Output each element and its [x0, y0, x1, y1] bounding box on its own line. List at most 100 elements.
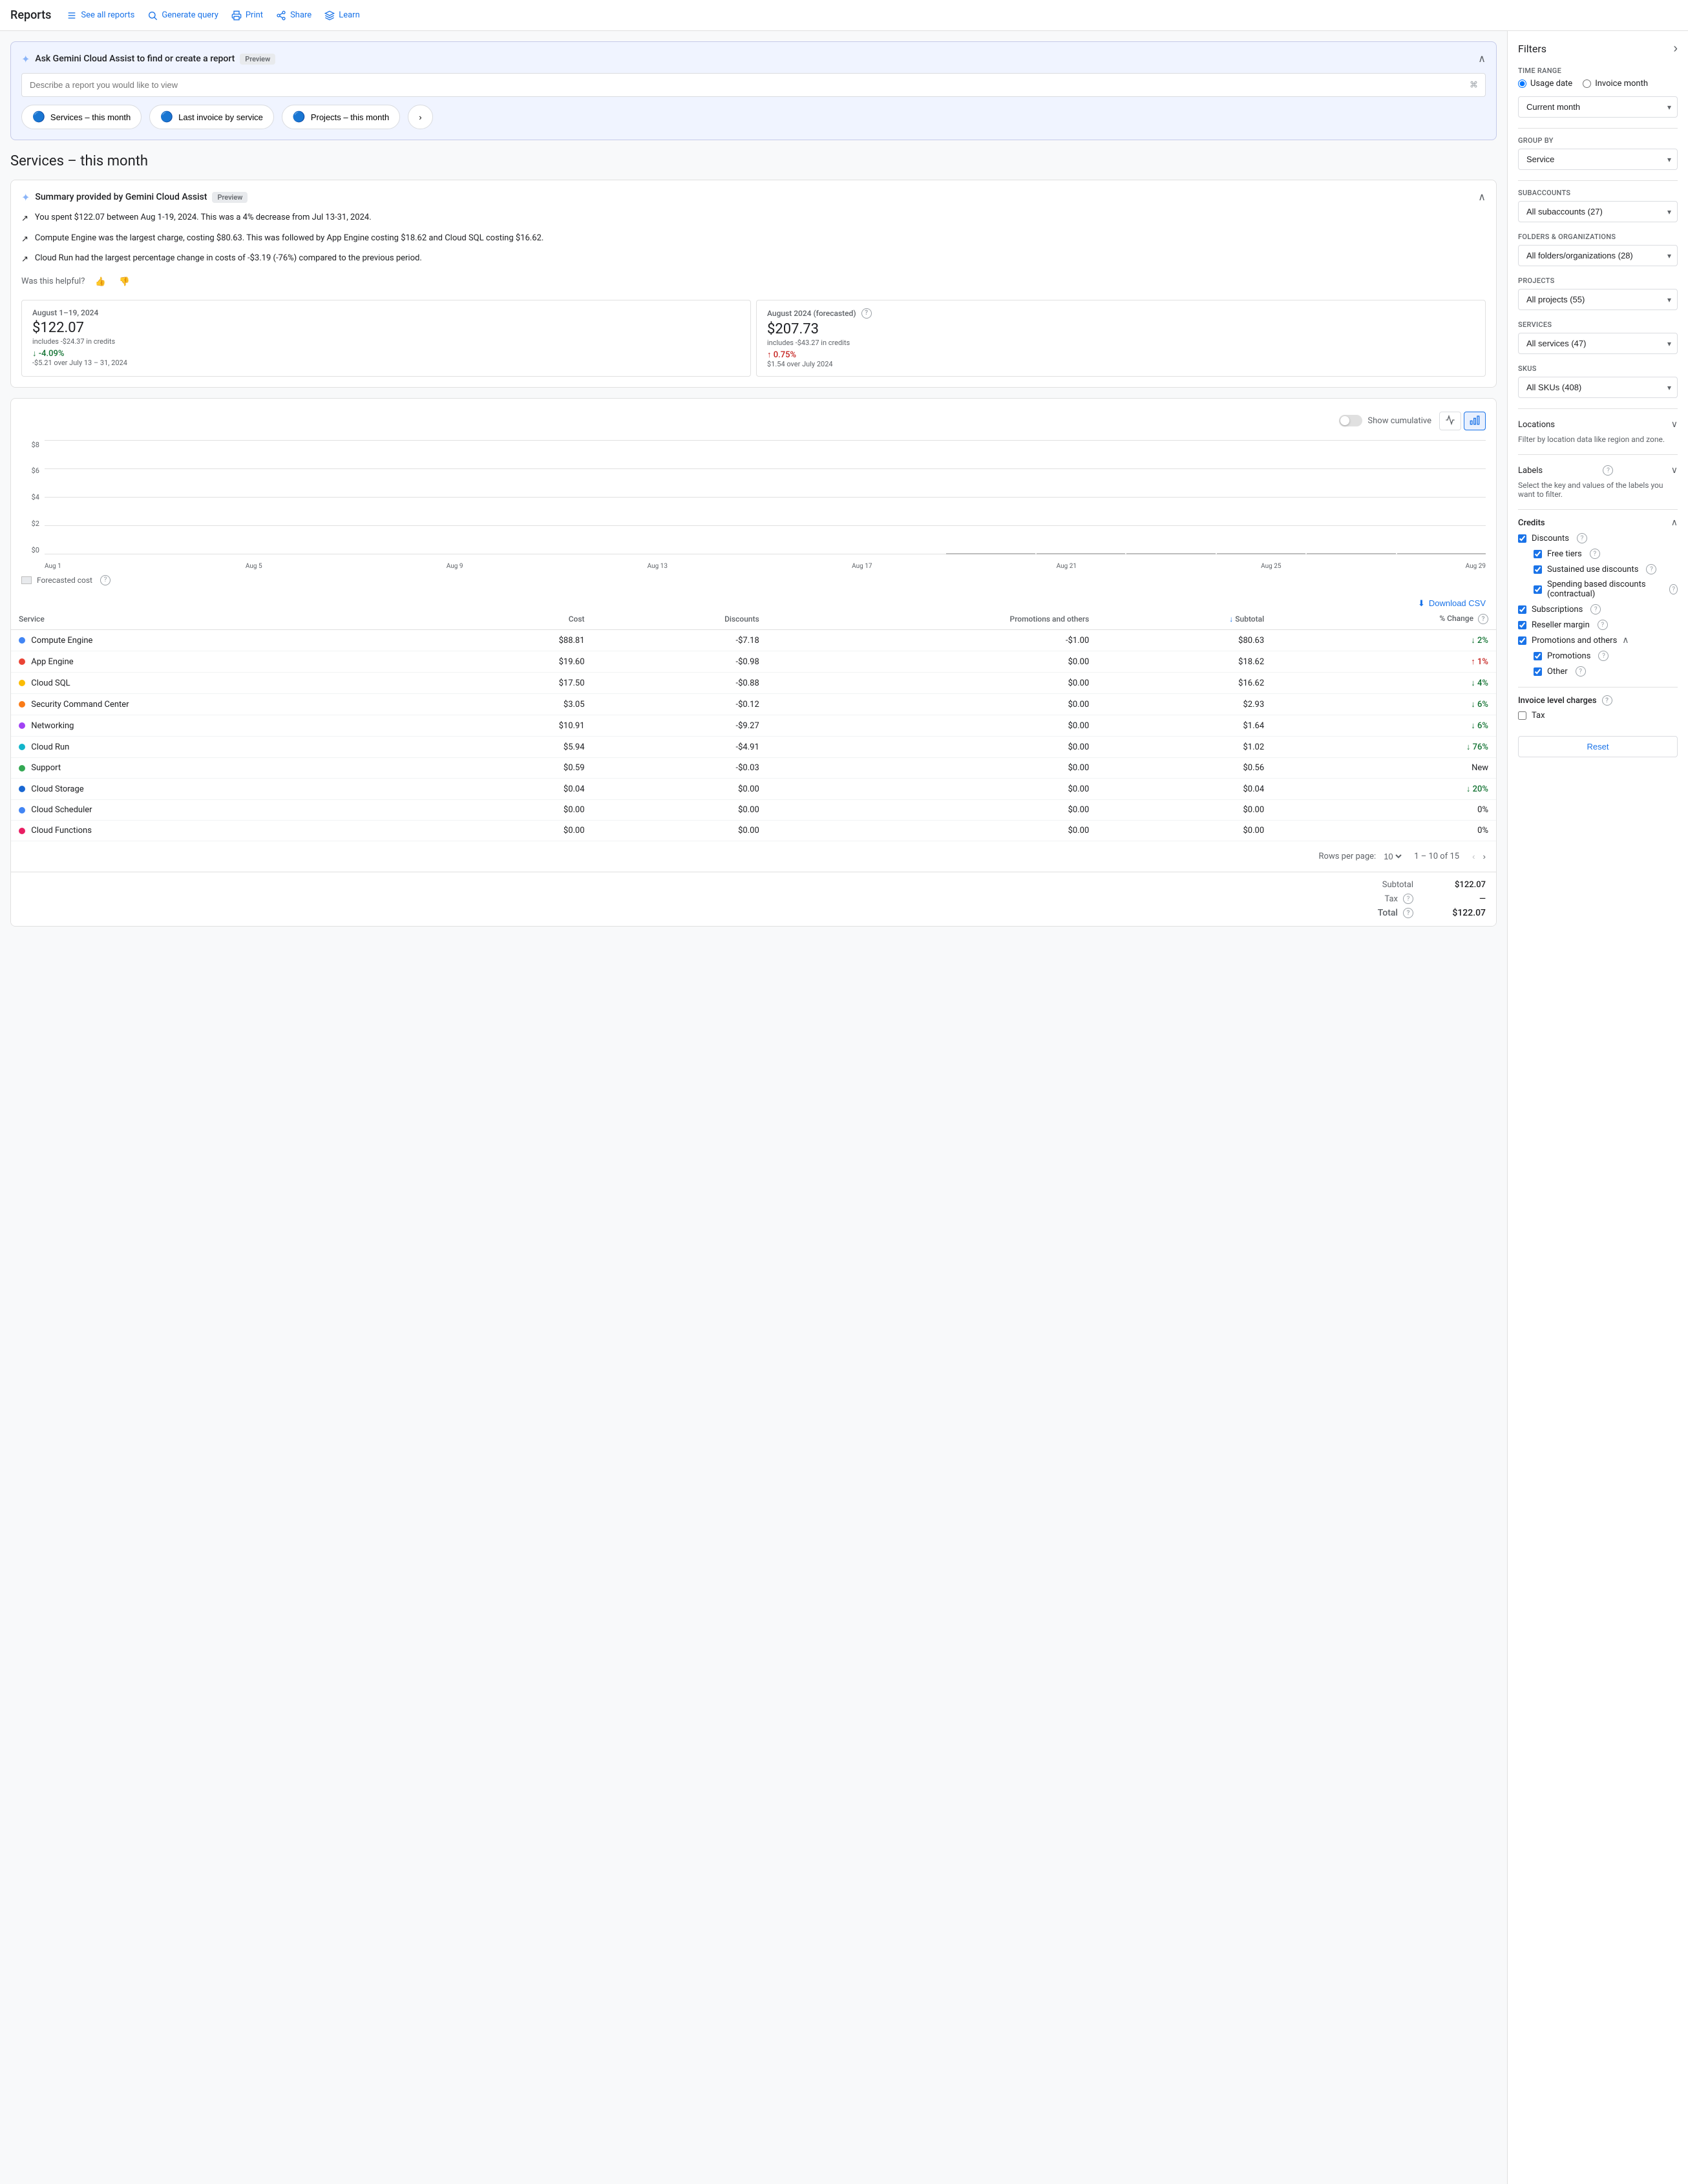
print-link[interactable]: Print	[231, 10, 263, 21]
discounts-input[interactable]	[1518, 534, 1526, 543]
free-tiers-checkbox[interactable]: Free tiers ?	[1534, 549, 1678, 559]
sustained-use-input[interactable]	[1534, 565, 1542, 574]
invoice-month-radio[interactable]: Invoice month	[1583, 79, 1648, 89]
generate-query-link[interactable]: Generate query	[147, 10, 218, 21]
forecast-help-icon[interactable]: ?	[861, 308, 872, 319]
labels-chevron-icon: ∨	[1671, 465, 1678, 476]
change-value: ↓ 20%	[1466, 784, 1488, 794]
chart-inner: Show cumulative	[11, 399, 1496, 598]
group-by-select[interactable]: Service	[1518, 149, 1678, 170]
divider-4	[1518, 454, 1678, 455]
prev-page-button[interactable]: ‹	[1470, 849, 1477, 864]
thumbs-down-button[interactable]: 👎	[116, 274, 132, 289]
promotions-checkbox[interactable]: Promotions ?	[1534, 651, 1678, 661]
promotions-others-input[interactable]	[1518, 636, 1526, 645]
labels-expandable[interactable]: Labels ? ∨	[1518, 463, 1678, 478]
learn-link[interactable]: Learn	[324, 10, 360, 21]
gemini-search-input[interactable]	[21, 73, 1486, 97]
subscriptions-checkbox[interactable]: Subscriptions ?	[1518, 604, 1678, 614]
discounts-help-icon[interactable]: ?	[1577, 533, 1587, 543]
cell-discounts: -$7.18	[593, 630, 767, 651]
reseller-margin-help-icon[interactable]: ?	[1598, 620, 1608, 630]
total-help-icon[interactable]: ?	[1403, 908, 1413, 918]
cell-change: 0%	[1272, 800, 1496, 821]
subscriptions-help-icon[interactable]: ?	[1590, 604, 1601, 614]
change-help-icon[interactable]: ?	[1478, 614, 1488, 624]
usage-date-input[interactable]	[1518, 79, 1526, 88]
invoice-charges-help-icon[interactable]: ?	[1602, 695, 1612, 706]
change-value: New	[1472, 763, 1488, 773]
download-csv-button[interactable]: ⬇ Download CSV	[1418, 598, 1486, 609]
other-help-icon[interactable]: ?	[1576, 666, 1586, 677]
quick-link-services[interactable]: 🔵 Services – this month	[21, 105, 142, 129]
chart-bar-12[interactable]	[1126, 553, 1216, 554]
chart-bar-10[interactable]	[946, 553, 1035, 554]
projects-select[interactable]: All projects (55)	[1518, 289, 1678, 310]
rows-per-page-select[interactable]: 10 25 50	[1381, 851, 1404, 862]
divider-6	[1518, 687, 1678, 688]
cell-change: ↓ 4%	[1272, 673, 1496, 694]
other-checkbox[interactable]: Other ?	[1534, 666, 1678, 677]
table-section: ⬇ Download CSV Service Cost Discounts Pr…	[11, 598, 1496, 872]
promotions-input[interactable]	[1534, 652, 1542, 660]
usage-date-radio[interactable]: Usage date	[1518, 79, 1572, 89]
spending-based-checkbox[interactable]: Spending based discounts (contractual) ?	[1534, 580, 1678, 599]
folders-select[interactable]: All folders/organizations (28)	[1518, 245, 1678, 266]
bar-chart-button[interactable]	[1464, 412, 1486, 430]
services-select[interactable]: All services (47)	[1518, 333, 1678, 354]
next-page-button[interactable]: ›	[1481, 849, 1488, 864]
cell-discounts: -$0.98	[593, 651, 767, 673]
other-input[interactable]	[1534, 667, 1542, 676]
quick-link-more[interactable]: ›	[408, 105, 432, 129]
promotions-others-checkbox[interactable]: Promotions and others ∧	[1518, 635, 1678, 646]
summary-collapse-button[interactable]: ∧	[1478, 191, 1486, 204]
locations-expandable[interactable]: Locations ∨	[1518, 417, 1678, 432]
show-cumulative-toggle[interactable]: Show cumulative	[1339, 415, 1431, 426]
quick-link-projects[interactable]: 🔵 Projects – this month	[282, 105, 400, 129]
subaccounts-select[interactable]: All subaccounts (27)	[1518, 201, 1678, 222]
x-label-0: Aug 1	[45, 563, 61, 570]
subscriptions-input[interactable]	[1518, 605, 1526, 614]
cell-discounts: $0.00	[593, 800, 767, 821]
discounts-checkbox[interactable]: Discounts ?	[1518, 533, 1678, 543]
thumbs-up-button[interactable]: 👍	[92, 274, 109, 289]
sustained-use-help-icon[interactable]: ?	[1646, 564, 1656, 574]
quick-link-last-invoice[interactable]: 🔵 Last invoice by service	[149, 105, 274, 129]
chart-bar-14[interactable]	[1307, 553, 1396, 554]
free-tiers-help-icon[interactable]: ?	[1590, 549, 1600, 559]
labels-help-icon[interactable]: ?	[1603, 465, 1613, 476]
y-label-4: $4	[21, 493, 39, 501]
reset-button[interactable]: Reset	[1518, 736, 1678, 757]
free-tiers-input[interactable]	[1534, 550, 1542, 558]
chart-bar-15[interactable]	[1397, 553, 1486, 554]
share-link[interactable]: Share	[276, 10, 311, 21]
see-all-reports-link[interactable]: See all reports	[67, 10, 134, 21]
filters-expand-button[interactable]: ›	[1673, 41, 1678, 56]
sustained-use-checkbox[interactable]: Sustained use discounts ?	[1534, 564, 1678, 574]
bar-segment-forecast	[1126, 553, 1216, 554]
chart-bar-11[interactable]	[1037, 553, 1126, 554]
tax-help-icon[interactable]: ?	[1403, 894, 1413, 904]
spending-based-input[interactable]	[1534, 585, 1542, 594]
reseller-margin-checkbox[interactable]: Reseller margin ?	[1518, 620, 1678, 630]
reseller-margin-input[interactable]	[1518, 621, 1526, 629]
promotions-help-icon[interactable]: ?	[1598, 651, 1609, 661]
cell-promotions: $0.00	[767, 694, 1097, 715]
tax-checkbox[interactable]: Tax	[1518, 711, 1678, 720]
line-chart-button[interactable]	[1439, 412, 1461, 430]
x-label-4: Aug 9	[447, 563, 463, 570]
current-month-wrapper: Current month	[1518, 96, 1678, 118]
cell-cost: $10.91	[448, 715, 593, 737]
spending-based-help-icon[interactable]: ?	[1669, 584, 1678, 594]
main-layout: ✦ Ask Gemini Cloud Assist to find or cre…	[0, 31, 1688, 2184]
current-month-select[interactable]: Current month	[1518, 96, 1678, 118]
cell-promotions: $0.00	[767, 758, 1097, 779]
tax-input[interactable]	[1518, 711, 1526, 720]
skus-select[interactable]: All SKUs (408)	[1518, 377, 1678, 398]
forecast-legend-help[interactable]: ?	[100, 575, 111, 585]
forecasted-legend: Forecasted cost ?	[21, 575, 1486, 585]
invoice-month-input[interactable]	[1583, 79, 1591, 88]
chart-bar-13[interactable]	[1217, 553, 1306, 554]
gemini-collapse-button[interactable]: ∧	[1478, 52, 1486, 65]
page-title: Services – this month	[10, 153, 1497, 169]
